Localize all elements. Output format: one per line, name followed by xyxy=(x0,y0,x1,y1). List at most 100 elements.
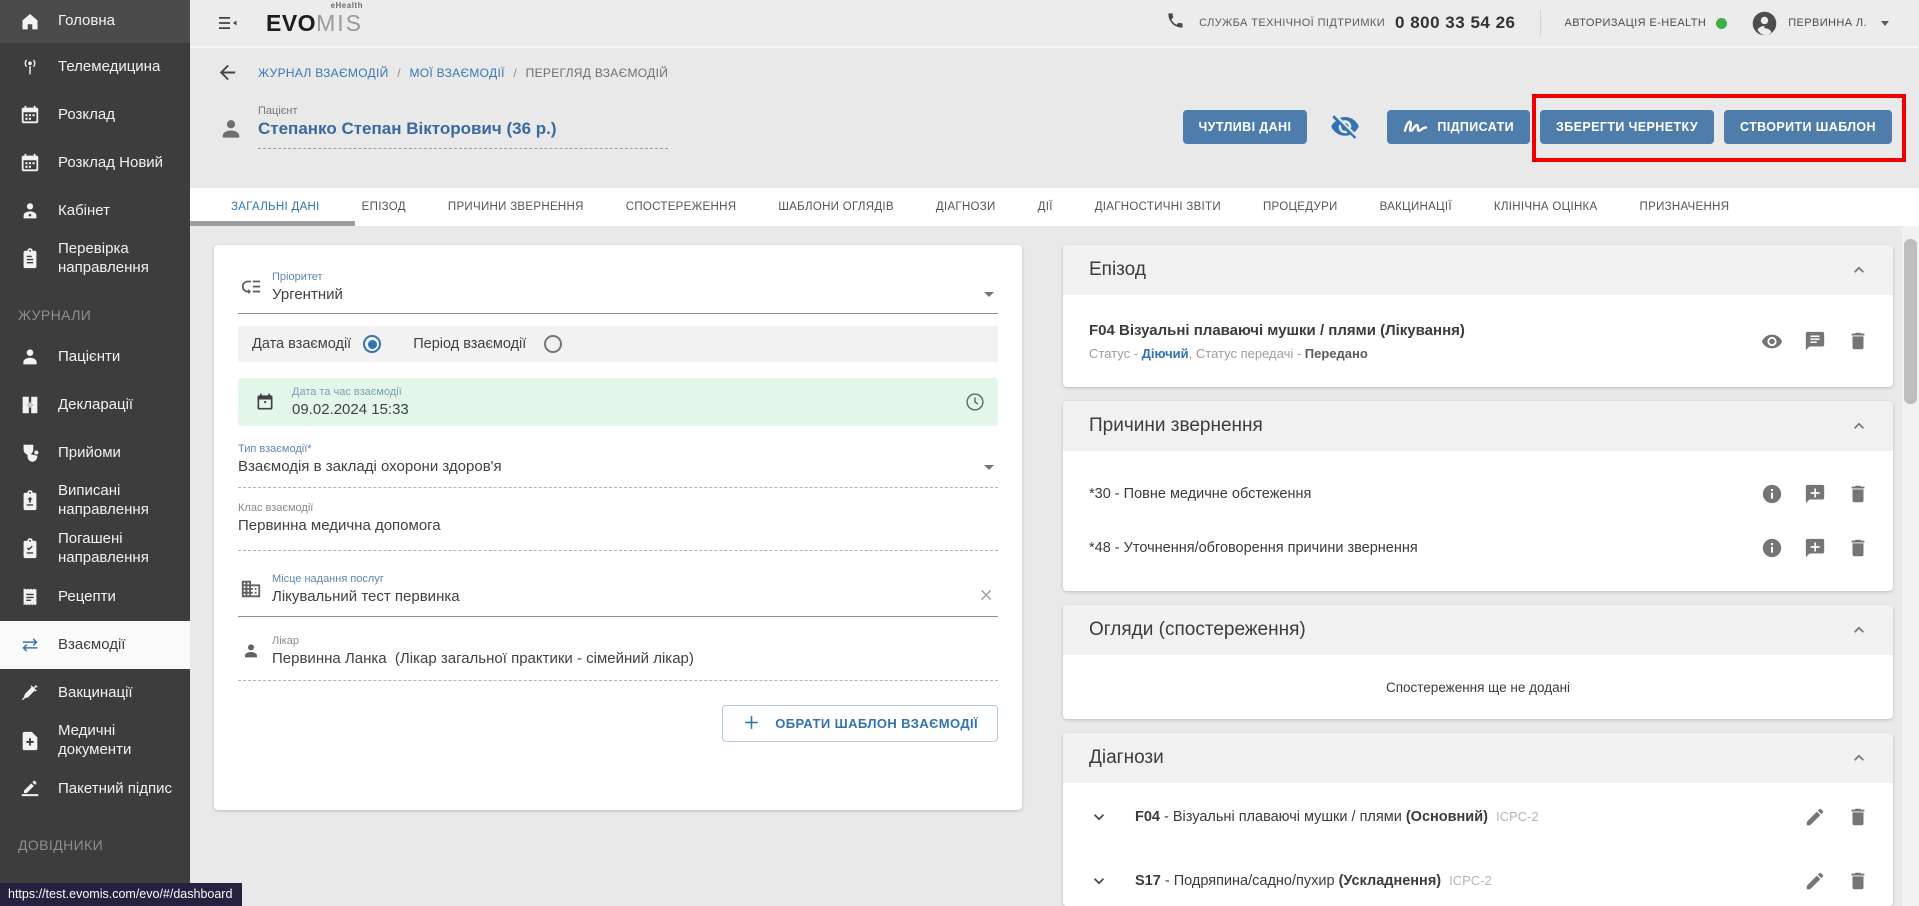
tab-reasons[interactable]: ПРИЧИНИ ЗВЕРНЕННЯ xyxy=(427,201,605,213)
doctor-label: Лікар xyxy=(272,635,694,647)
chevron-down-icon[interactable] xyxy=(1089,871,1109,891)
date-mode-radio-selected[interactable] xyxy=(363,335,381,353)
tab-procedures[interactable]: ПРОЦЕДУРИ xyxy=(1242,201,1359,213)
comment-icon[interactable] xyxy=(1804,330,1826,352)
user-name[interactable]: ПЕРВИННА Л. xyxy=(1788,17,1867,29)
delete-icon[interactable] xyxy=(1847,806,1869,828)
eye-off-icon[interactable] xyxy=(1330,112,1364,142)
sidebar-item-batch-signature[interactable]: Пакетний підпис xyxy=(0,765,190,813)
sidebar-item-prescriptions[interactable]: Рецепти xyxy=(0,573,190,621)
sidebar-item-home[interactable]: Головна xyxy=(0,0,190,43)
sidebar-item-schedule[interactable]: Розклад xyxy=(0,91,190,139)
auth-ehealth-label[interactable]: АВТОРИЗАЦІЯ E-HEALTH xyxy=(1565,17,1707,29)
edit-icon[interactable] xyxy=(1804,806,1826,828)
info-icon[interactable] xyxy=(1761,483,1783,505)
dashed-underline xyxy=(258,148,668,149)
support-phone: 0 800 33 54 26 xyxy=(1395,13,1515,33)
patient-row: Пацієнт Степанко Степан Вікторович (36 р… xyxy=(190,92,1919,158)
sidebar-item-patients[interactable]: Пацієнти xyxy=(0,333,190,381)
datetime-field[interactable]: Дата та час взаємодії 09.02.2024 15:33 xyxy=(238,378,998,426)
add-comment-icon[interactable] xyxy=(1804,537,1826,559)
tab-episode[interactable]: ЕПІЗОД xyxy=(341,201,427,213)
tab-clinical-assessment[interactable]: КЛІНІЧНА ОЦІНКА xyxy=(1473,201,1619,213)
scrollbar-thumb[interactable] xyxy=(1904,239,1917,404)
chevron-up-icon[interactable] xyxy=(1849,416,1869,436)
interaction-type-label: Тип взаємодії* xyxy=(238,443,502,455)
patient-name-link[interactable]: Степанко Степан Вікторович (36 р.) xyxy=(258,119,668,139)
chevron-up-icon[interactable] xyxy=(1849,620,1869,640)
sidebar-item-cabinet[interactable]: Кабінет xyxy=(0,187,190,235)
collapse-menu-icon[interactable] xyxy=(216,10,242,36)
patient-label: Пацієнт xyxy=(258,105,668,117)
delete-icon[interactable] xyxy=(1847,870,1869,892)
tab-exam-templates[interactable]: ШАБЛОНИ ОГЛЯДІВ xyxy=(757,201,915,213)
chevron-down-icon[interactable] xyxy=(1881,21,1889,26)
tab-diagnoses[interactable]: ДІАГНОЗИ xyxy=(915,201,1017,213)
clock-icon[interactable] xyxy=(964,391,986,413)
link-status-tooltip: https://test.evomis.com/evo/#/dashboard xyxy=(0,883,242,906)
clear-icon[interactable] xyxy=(976,585,996,605)
tab-prescriptions[interactable]: ПРИЗНАЧЕННЯ xyxy=(1619,201,1751,213)
tab-actions[interactable]: ДІЇ xyxy=(1017,201,1074,213)
breadcrumb-link-journal[interactable]: ЖУРНАЛ ВЗАЄМОДІЙ xyxy=(258,66,389,80)
sidebar-item-medical-documents[interactable]: Медичні документи xyxy=(0,717,190,765)
create-template-button[interactable]: СТВОРИТИ ШАБЛОН xyxy=(1724,110,1892,144)
chevron-up-icon[interactable] xyxy=(1849,260,1869,280)
diagnoses-title: Діагнози xyxy=(1089,747,1164,769)
episode-status: Діючий xyxy=(1142,346,1189,361)
episode-transfer-status: Передано xyxy=(1305,346,1368,361)
tab-observations[interactable]: СПОСТЕРЕЖЕННЯ xyxy=(605,201,758,213)
save-draft-button[interactable]: ЗБЕРЕГТИ ЧЕРНЕТКУ xyxy=(1540,110,1714,144)
service-place-field[interactable]: Місце надання послуг Лікувальний тест пе… xyxy=(238,573,998,617)
right-panels: Епізод F04 Візуальні плаваючі мушки / пл… xyxy=(1063,245,1893,906)
doctor-field: Лікар Первинна Ланка (Лікар загальної пр… xyxy=(238,635,998,681)
select-interaction-template-button[interactable]: ОБРАТИ ШАБЛОН ВЗАЄМОДІЇ xyxy=(722,705,998,742)
tab-vaccinations[interactable]: ВАКЦИНАЦІЇ xyxy=(1359,201,1473,213)
diagnosis-item: S17 - Подряпина/садно/пухир (Ускладнення… xyxy=(1089,861,1869,901)
user-avatar[interactable] xyxy=(1751,10,1778,37)
sensitive-data-button[interactable]: ЧУТЛИВІ ДАНІ xyxy=(1183,110,1308,144)
clipboard-list-icon xyxy=(18,247,42,271)
tabs-bar: ЗАГАЛЬНІ ДАНІ ЕПІЗОД ПРИЧИНИ ЗВЕРНЕННЯ С… xyxy=(190,188,1919,226)
chevron-down-icon[interactable] xyxy=(1089,807,1109,827)
diagnoses-panel: Діагнози F04 - Візуальні плаваючі мушки … xyxy=(1063,733,1893,906)
delete-icon[interactable] xyxy=(1847,483,1869,505)
breadcrumb-link-my-interactions[interactable]: МОЇ ВЗАЄМОДІЇ xyxy=(409,66,504,80)
add-comment-icon[interactable] xyxy=(1804,483,1826,505)
info-icon[interactable] xyxy=(1761,537,1783,559)
vertical-scrollbar[interactable] xyxy=(1902,226,1919,906)
reasons-title: Причини звернення xyxy=(1089,415,1263,437)
sidebar-item-redeemed-referrals[interactable]: Погашені направлення xyxy=(0,525,190,573)
breadcrumb-current: ПЕРЕГЛЯД ВЗАЄМОДІЙ xyxy=(526,66,669,80)
person-icon xyxy=(238,638,264,664)
chevron-up-icon[interactable] xyxy=(1849,748,1869,768)
sidebar-item-appointments[interactable]: Прийоми xyxy=(0,429,190,477)
back-arrow-icon[interactable] xyxy=(216,61,240,85)
episode-title: Епізод xyxy=(1089,259,1146,281)
sidebar-item-interactions[interactable]: Взаємодії xyxy=(0,621,190,669)
interaction-type-field[interactable]: Тип взаємодії* Взаємодія в закладі охоро… xyxy=(238,443,998,488)
sidebar-item-issued-referrals[interactable]: Виписані направлення xyxy=(0,477,190,525)
view-icon[interactable] xyxy=(1761,330,1783,352)
delete-icon[interactable] xyxy=(1847,330,1869,352)
content-area: Пріоритет Ургентний Дата взаємодії Періо… xyxy=(190,226,1919,906)
sign-button[interactable]: ПІДПИСАТИ xyxy=(1387,110,1530,144)
calendar-icon xyxy=(252,389,278,415)
chevron-down-icon xyxy=(984,465,994,470)
sidebar-item-schedule-new[interactable]: Розклад Новий xyxy=(0,139,190,187)
stethoscope-icon xyxy=(18,441,42,465)
tab-diagnostic-reports[interactable]: ДІАГНОСТИЧНІ ЗВІТИ xyxy=(1074,201,1242,213)
edit-icon[interactable] xyxy=(1804,870,1826,892)
delete-icon[interactable] xyxy=(1847,537,1869,559)
calendar-icon xyxy=(18,103,42,127)
sidebar-item-telemedicine[interactable]: Телемедицина xyxy=(0,43,190,91)
period-mode-radio[interactable] xyxy=(544,335,562,353)
tab-general-data[interactable]: ЗАГАЛЬНІ ДАНІ xyxy=(210,201,341,213)
priority-field[interactable]: Пріоритет Ургентний xyxy=(238,271,998,314)
breadcrumb: ЖУРНАЛ ВЗАЄМОДІЙ / МОЇ ВЗАЄМОДІЇ / ПЕРЕГ… xyxy=(258,66,668,80)
sidebar-item-referral-check[interactable]: Перевірка направлення xyxy=(0,235,190,283)
evomis-logo[interactable]: EVOMISeHealth xyxy=(266,10,363,37)
sidebar-item-vaccinations[interactable]: Вакцинації xyxy=(0,669,190,717)
episode-item: F04 Візуальні плаваючі мушки / плями (Лі… xyxy=(1063,295,1893,387)
sidebar-item-declarations[interactable]: Декларації xyxy=(0,381,190,429)
